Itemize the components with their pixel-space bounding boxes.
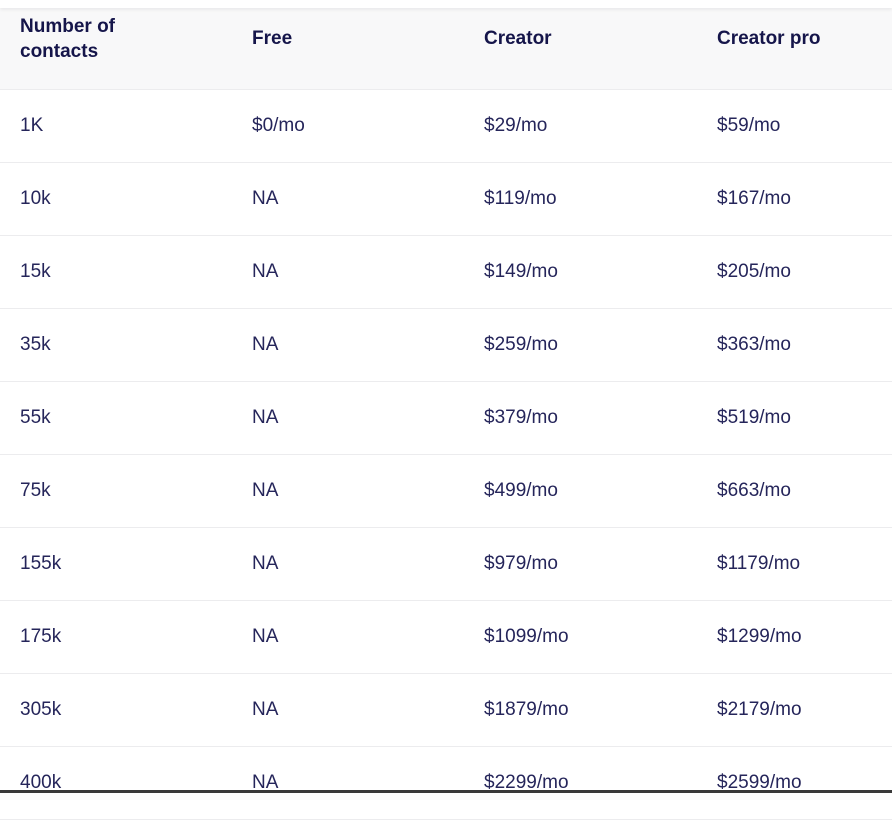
header-free: Free bbox=[232, 7, 464, 90]
table-row: 175k NA $1099/mo $1299/mo bbox=[0, 600, 892, 674]
cell-creator-pro: $1179/mo bbox=[697, 527, 892, 601]
cell-contacts: 75k bbox=[0, 454, 232, 528]
cell-free: NA bbox=[232, 308, 464, 382]
cell-creator: $1879/mo bbox=[464, 673, 697, 747]
cell-contacts: 400k bbox=[0, 746, 232, 820]
table-row: 10k NA $119/mo $167/mo bbox=[0, 162, 892, 236]
cell-creator: $119/mo bbox=[464, 162, 697, 236]
cell-free: NA bbox=[232, 673, 464, 747]
cell-contacts: 10k bbox=[0, 162, 232, 236]
cell-contacts: 55k bbox=[0, 381, 232, 455]
cell-creator: $29/mo bbox=[464, 89, 697, 163]
cell-creator: $149/mo bbox=[464, 235, 697, 309]
cell-free: NA bbox=[232, 381, 464, 455]
cell-creator-pro: $363/mo bbox=[697, 308, 892, 382]
top-edge bbox=[0, 0, 892, 8]
cell-creator-pro: $59/mo bbox=[697, 89, 892, 163]
cell-free: NA bbox=[232, 746, 464, 820]
table-row: 75k NA $499/mo $663/mo bbox=[0, 454, 892, 528]
cell-free: NA bbox=[232, 235, 464, 309]
cell-creator: $379/mo bbox=[464, 381, 697, 455]
cell-creator: $979/mo bbox=[464, 527, 697, 601]
cell-creator: $2299/mo bbox=[464, 746, 697, 820]
cell-creator-pro: $205/mo bbox=[697, 235, 892, 309]
cell-contacts: 305k bbox=[0, 673, 232, 747]
table-header: Number of contacts Free Creator Creator … bbox=[0, 7, 892, 90]
table-row: 1K $0/mo $29/mo $59/mo bbox=[0, 89, 892, 163]
cell-creator-pro: $519/mo bbox=[697, 381, 892, 455]
cell-free: NA bbox=[232, 162, 464, 236]
table-row: 15k NA $149/mo $205/mo bbox=[0, 235, 892, 309]
table-row: 400k NA $2299/mo $2599/mo bbox=[0, 746, 892, 820]
cell-creator-pro: $2599/mo bbox=[697, 746, 892, 820]
header-contacts: Number of contacts bbox=[0, 7, 232, 90]
cell-free: $0/mo bbox=[232, 89, 464, 163]
table-row: 305k NA $1879/mo $2179/mo bbox=[0, 673, 892, 747]
cell-creator: $499/mo bbox=[464, 454, 697, 528]
cell-free: NA bbox=[232, 600, 464, 674]
header-creator-pro: Creator pro bbox=[697, 7, 892, 90]
cell-contacts: 1K bbox=[0, 89, 232, 163]
cell-creator-pro: $1299/mo bbox=[697, 600, 892, 674]
pricing-table: Number of contacts Free Creator Creator … bbox=[0, 7, 892, 820]
cell-free: NA bbox=[232, 454, 464, 528]
table-row: 55k NA $379/mo $519/mo bbox=[0, 381, 892, 455]
header-row: Number of contacts Free Creator Creator … bbox=[0, 7, 892, 90]
cell-contacts: 175k bbox=[0, 600, 232, 674]
cell-creator: $259/mo bbox=[464, 308, 697, 382]
cell-creator-pro: $663/mo bbox=[697, 454, 892, 528]
table-row: 155k NA $979/mo $1179/mo bbox=[0, 527, 892, 601]
cell-free: NA bbox=[232, 527, 464, 601]
cell-creator-pro: $167/mo bbox=[697, 162, 892, 236]
cell-contacts: 155k bbox=[0, 527, 232, 601]
cell-creator-pro: $2179/mo bbox=[697, 673, 892, 747]
table-body: 1K $0/mo $29/mo $59/mo 10k NA $119/mo $1… bbox=[0, 89, 892, 820]
cell-contacts: 35k bbox=[0, 308, 232, 382]
cell-creator: $1099/mo bbox=[464, 600, 697, 674]
cell-contacts: 15k bbox=[0, 235, 232, 309]
table-row: 35k NA $259/mo $363/mo bbox=[0, 308, 892, 382]
header-creator: Creator bbox=[464, 7, 697, 90]
